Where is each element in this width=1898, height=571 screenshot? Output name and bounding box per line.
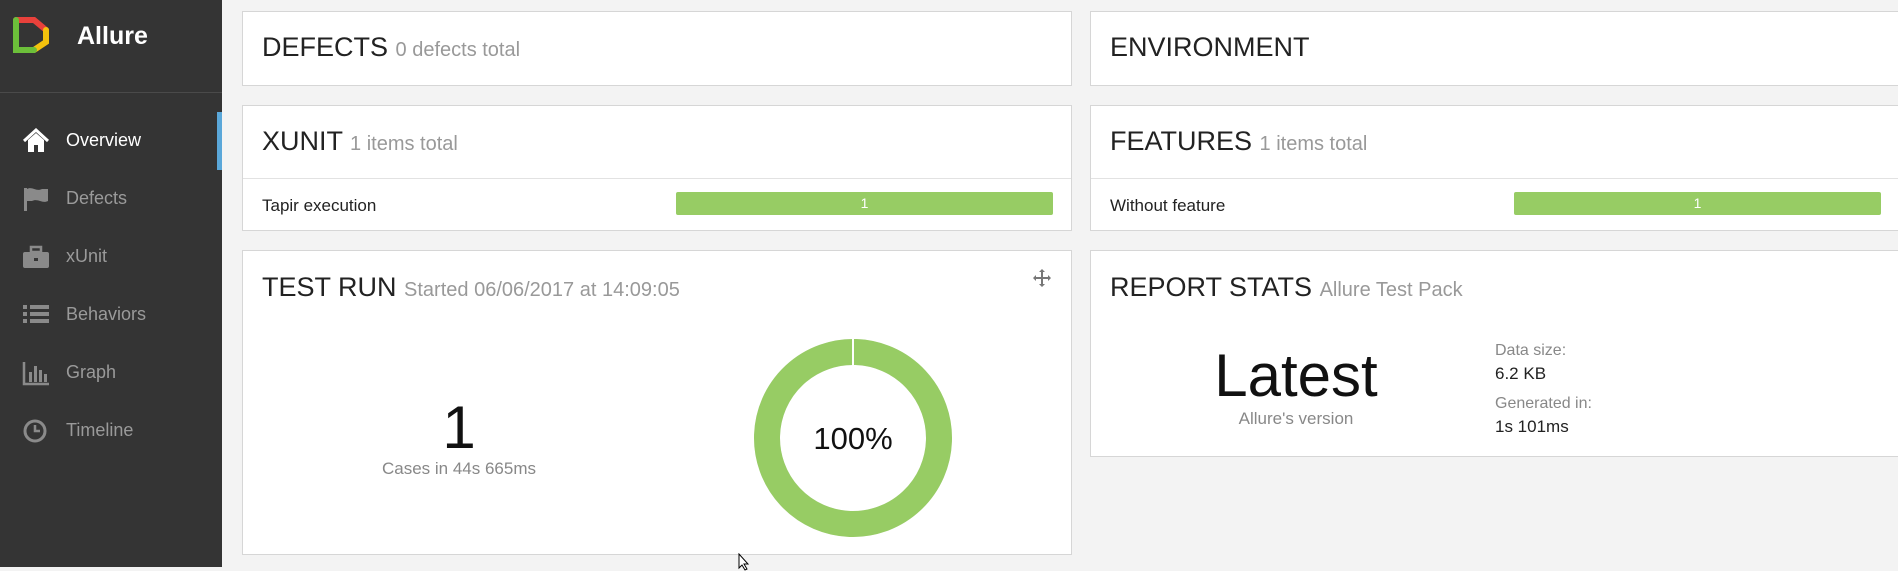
widget-title: TEST RUN Started 06/06/2017 at 14:09:05 <box>262 272 680 303</box>
sidebar-item-overview[interactable]: Overview <box>0 112 222 170</box>
widget-title-text: FEATURES <box>1110 126 1253 156</box>
sidebar-item-label: Graph <box>66 362 117 382</box>
sidebar-item-label: xUnit <box>66 246 108 266</box>
xunit-widget: XUNIT 1 items total Tapir execution 1 <box>242 105 1072 231</box>
sidebar-nav: Overview Defects xUnit Behaviors Graph T… <box>0 112 222 460</box>
widget-title: REPORT STATS Allure Test Pack <box>1110 272 1463 303</box>
widget-title-text: TEST RUN <box>262 272 397 302</box>
widget-title: DEFECTS 0 defects total <box>262 32 520 63</box>
features-widget: FEATURES 1 items total Without feature 1 <box>1090 105 1898 231</box>
environment-widget: ENVIRONMENT <box>1090 11 1898 86</box>
mouse-cursor-icon <box>738 553 750 571</box>
widget-subtitle: 0 defects total <box>395 39 521 61</box>
widget-title-text: DEFECTS <box>262 32 389 62</box>
allure-version-caption: Allure's version <box>1238 409 1354 428</box>
test-run-widget: TEST RUN Started 06/06/2017 at 14:09:05 … <box>242 250 1072 555</box>
sidebar-item-label: Overview <box>66 130 142 150</box>
brand-name: Allure <box>77 22 148 50</box>
briefcase-icon <box>23 245 49 268</box>
brand[interactable]: Allure <box>0 0 222 93</box>
defects-widget: DEFECTS 0 defects total <box>242 11 1072 86</box>
widget-subtitle: Started 06/06/2017 at 14:09:05 <box>404 279 680 301</box>
sidebar: Allure Overview Defects xUnit Behaviors … <box>0 0 222 567</box>
widget-title: XUNIT 1 items total <box>262 126 458 157</box>
bar-chart-icon <box>22 362 49 386</box>
sidebar-item-label: Behaviors <box>66 304 147 324</box>
cases-count: 1 <box>442 394 476 461</box>
status-bar-passed: 1 <box>1514 192 1881 215</box>
widget-title: FEATURES 1 items total <box>1110 126 1367 157</box>
widget-title-text: REPORT STATS <box>1110 272 1313 302</box>
status-bar-passed: 1 <box>676 192 1053 215</box>
widget-subtitle: 1 items total <box>1259 133 1368 155</box>
features-row[interactable]: Without feature 1 <box>1091 178 1898 232</box>
allure-version: Latest <box>1214 342 1378 409</box>
sidebar-item-defects[interactable]: Defects <box>0 170 222 228</box>
flag-icon <box>24 188 48 211</box>
list-icon <box>23 305 49 323</box>
widget-title-text: XUNIT <box>262 126 343 156</box>
data-size-value: 6.2 KB <box>1495 364 1547 383</box>
sidebar-item-xunit[interactable]: xUnit <box>0 228 222 286</box>
sidebar-item-label: Defects <box>66 188 128 208</box>
passed-donut-chart: 100% <box>754 338 952 537</box>
cases-caption: Cases in 44s 665ms <box>381 459 537 478</box>
data-size-label: Data size: <box>1495 342 1567 359</box>
home-icon <box>22 128 50 152</box>
donut-percent-label: 100% <box>813 421 892 456</box>
widget-subtitle: 1 items total <box>350 133 458 155</box>
sidebar-item-label: Timeline <box>66 420 134 440</box>
sidebar-item-timeline[interactable]: Timeline <box>0 402 222 460</box>
xunit-row[interactable]: Tapir execution 1 <box>243 178 1071 232</box>
widget-title: ENVIRONMENT <box>1110 32 1310 63</box>
clock-icon <box>23 419 47 443</box>
row-label: Without feature <box>1110 196 1226 215</box>
generated-in-value: 1s 101ms <box>1495 417 1569 436</box>
row-label: Tapir execution <box>262 196 377 215</box>
report-stats-widget: REPORT STATS Allure Test Pack Latest All… <box>1090 250 1898 457</box>
sidebar-item-behaviors[interactable]: Behaviors <box>0 286 222 344</box>
widget-subtitle: Allure Test Pack <box>1319 279 1463 301</box>
allure-logo-icon <box>13 17 49 53</box>
generated-in-label: Generated in: <box>1495 395 1592 412</box>
sidebar-item-graph[interactable]: Graph <box>0 344 222 402</box>
move-widget-icon[interactable] <box>1032 268 1052 288</box>
widget-title-text: ENVIRONMENT <box>1110 32 1310 62</box>
